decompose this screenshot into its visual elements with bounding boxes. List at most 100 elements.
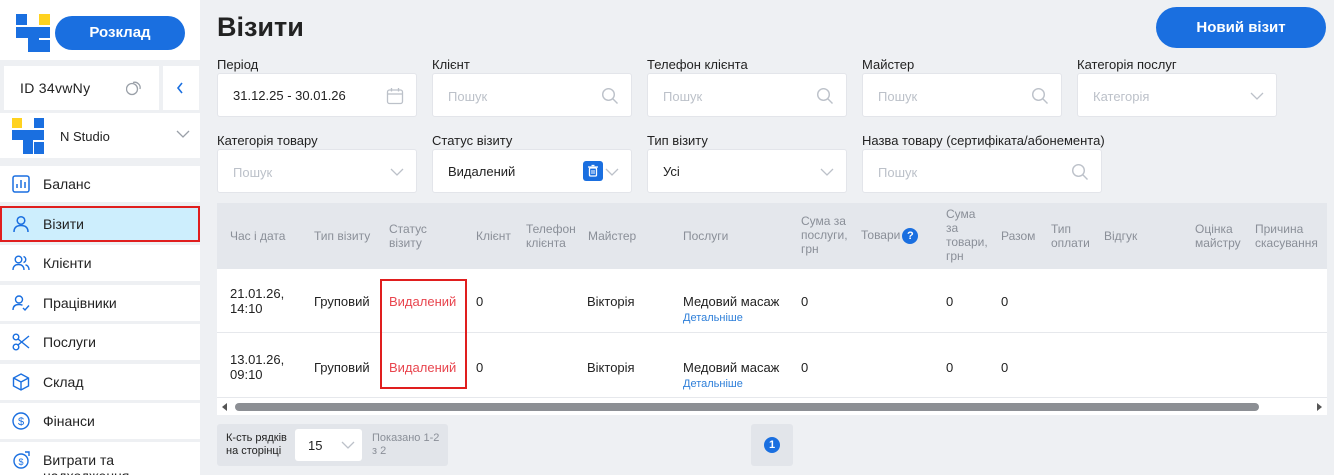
cell-master: Вікторія [587,294,635,309]
sidebar-item-warehouse[interactable]: Склад [0,364,200,400]
copy-icon[interactable] [126,80,142,96]
col-visit-type[interactable]: Тип візиту [314,229,370,243]
chevron-down-icon [341,441,355,449]
col-services[interactable]: Послуги [683,229,728,243]
sidebar-item-label: Клієнти [43,255,92,271]
visit-status-label: Статус візиту [432,133,513,148]
sidebar-item-finance[interactable]: $ Фінанси [0,403,200,439]
rows-per-page-select[interactable]: 15 [295,429,362,461]
visit-status-value: Видалений [448,164,516,179]
cell-datetime: 21.01.26, 14:10 [230,286,285,316]
sidebar-item-label: Візити [43,216,84,232]
service-category-select[interactable]: Категорія [1077,73,1277,117]
sidebar-item-label: Склад [43,374,84,390]
col-datetime[interactable]: Час і дата [230,229,285,243]
search-icon [601,87,618,104]
pagination-settings: К-сть рядків на сторінці 15 Показано 1-2… [217,424,448,466]
client-label: Клієнт [432,57,470,72]
col-client[interactable]: Клієнт [476,229,511,243]
master-search-input[interactable]: Пошук [862,73,1062,117]
sidebar-item-employees[interactable]: Працівники [0,285,200,321]
client-phone-input[interactable]: Пошук [647,73,847,117]
cell-total: 0 [1001,294,1009,309]
col-master[interactable]: Майстер [588,229,636,243]
sidebar-item-label: Витрати та надходження [43,452,129,475]
col-status[interactable]: Статус візиту [389,222,434,250]
chevron-left-icon [176,82,183,94]
col-review[interactable]: Відгук [1104,229,1137,243]
col-phone[interactable]: Телефон клієнта [526,222,581,250]
trash-icon [588,164,598,177]
period-value: 31.12.25 - 30.01.26 [233,88,346,103]
search-icon [1031,87,1048,104]
chevron-down-icon [1250,92,1264,100]
col-goods-label: Товари [861,228,901,243]
col-cancel-reason[interactable]: Причина скасування [1255,222,1327,250]
sidebar-item-label: Фінанси [43,413,95,429]
sidebar-item-label: Баланс [43,176,91,192]
sidebar-item-label: Працівники [43,295,117,311]
studio-name: N Studio [60,129,110,144]
page-button-1[interactable]: 1 [764,437,780,453]
exchange-icon: $ [13,451,30,469]
visit-status-select[interactable]: Видалений [432,149,632,193]
client-search-input[interactable]: Пошук [432,73,632,117]
visit-type-select[interactable]: Усі [647,149,847,193]
sidebar-item-expenses-income[interactable]: $ Витрати та надходження [0,442,200,475]
scrollbar-thumb[interactable] [235,403,1259,411]
clear-status-button[interactable] [583,161,603,181]
page-title: Візити [217,12,304,42]
client-phone-placeholder: Пошук [663,89,703,104]
cell-service: Медовий масаж [683,294,780,309]
studio-selector[interactable]: N Studio [0,113,200,158]
col-goods[interactable]: Товари? [861,228,919,244]
cell-client: 0 [476,360,484,375]
collapse-sidebar-button[interactable] [163,66,199,110]
scissors-icon [12,333,30,351]
cell-master: Вікторія [587,360,635,375]
search-icon [816,87,833,104]
table-header: Час і дата Тип візиту Статус візиту Кліє… [217,203,1327,269]
details-link[interactable]: Детальніше [683,378,743,390]
product-name-label: Назва товару (сертифіката/абонемента) [862,133,1105,148]
new-visit-button[interactable]: Новий візит [1156,7,1326,48]
master-label: Майстер [862,57,915,72]
col-total[interactable]: Разом [1001,229,1035,243]
chevron-down-icon [176,130,190,138]
calendar-icon [386,88,404,105]
col-goods-sum[interactable]: Сума за товари, грн [946,207,988,263]
logo-row: Розклад [0,0,200,60]
sidebar-item-clients[interactable]: Клієнти [0,245,200,281]
scroll-left-icon[interactable] [222,403,228,411]
service-category-label: Категорія послуг [1077,57,1177,72]
cell-goods-sum: 0 [946,360,954,375]
help-icon[interactable]: ? [902,228,919,244]
user-check-icon [12,295,30,312]
scroll-right-icon[interactable] [1316,403,1322,411]
cell-service: Медовий масаж [683,360,780,375]
product-name-input[interactable]: Пошук [862,149,1102,193]
cell-services-sum: 0 [801,294,809,309]
chart-icon [12,175,30,193]
dollar-icon: $ [12,412,30,430]
schedule-button[interactable]: Розклад [55,16,185,50]
sidebar-item-balance[interactable]: Баланс [0,166,200,202]
period-picker[interactable]: 31.12.25 - 30.01.26 [217,73,417,117]
col-services-sum[interactable]: Сума за послуги, грн [801,214,856,256]
chevron-down-icon [390,168,404,176]
sidebar-item-visits[interactable]: Візити [0,206,200,242]
details-link[interactable]: Детальніше [683,312,743,324]
product-category-select[interactable]: Пошук [217,149,417,193]
horizontal-scrollbar[interactable] [217,399,1327,415]
sidebar-item-label: Послуги [43,334,96,350]
chevron-down-icon [605,168,619,176]
service-category-placeholder: Категорія [1093,89,1150,104]
account-id-row: ID 34vwNy [4,66,159,110]
visit-type-value: Усі [663,164,680,179]
period-label: Період [217,57,259,72]
sidebar-item-services[interactable]: Послуги [0,324,200,360]
col-payment-type[interactable]: Тип оплати [1051,222,1096,250]
col-master-rating[interactable]: Оцінка майстру [1195,222,1250,250]
cell-client: 0 [476,294,484,309]
cell-total: 0 [1001,360,1009,375]
